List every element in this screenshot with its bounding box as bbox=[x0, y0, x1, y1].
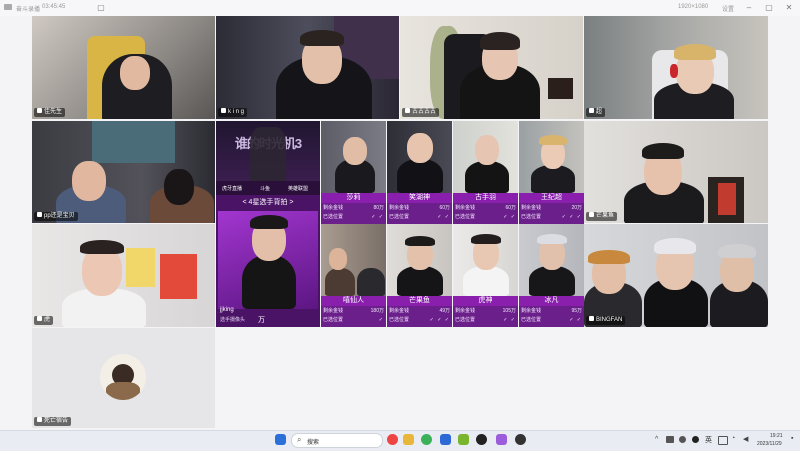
ime-indicator[interactable]: 英 bbox=[705, 435, 712, 445]
participant-name: 虎 bbox=[34, 316, 54, 325]
money-row: 剩余金钱 80万 bbox=[323, 205, 384, 211]
featured-player-value: 万 bbox=[258, 317, 265, 324]
settings-button[interactable]: 设置 bbox=[722, 4, 734, 13]
file-explorer-icon[interactable] bbox=[403, 434, 414, 445]
picked-row: 已选位置 ✓ ✓ bbox=[521, 317, 582, 323]
maximize-icon[interactable]: ▢ bbox=[764, 3, 774, 13]
clock-date[interactable]: 2023/11/29 bbox=[757, 441, 782, 447]
featured-player-tag: 选手摄像头 bbox=[220, 317, 246, 323]
video-tile[interactable]: 超 bbox=[584, 16, 768, 119]
money-row: 剩余金钱 95万 bbox=[521, 308, 582, 314]
money-row: 剩余金钱 105万 bbox=[455, 308, 516, 314]
app-title: 奋斗录播 bbox=[16, 7, 41, 13]
player-name: 笑湖神 bbox=[387, 193, 452, 203]
clock-time[interactable]: 19:21 bbox=[770, 433, 783, 439]
participant-name: 超 bbox=[586, 108, 606, 117]
video-tile[interactable]: 死亡宿告 bbox=[32, 328, 215, 428]
featured-player-name: jjking bbox=[220, 307, 234, 313]
participant-name: 佳先生 bbox=[34, 108, 66, 117]
tray-app-icon[interactable] bbox=[679, 436, 686, 443]
participant-name: pp还是宝贝 bbox=[34, 212, 78, 221]
player-name: 芒果鱼 bbox=[387, 296, 452, 306]
sponsor-3: 英雄联盟 bbox=[288, 186, 309, 192]
search-icon: ⌕ bbox=[297, 435, 302, 444]
center-panel: 谁的时光机3 虎牙直播 斗鱼 英雄联盟 < 4星选手背拍 > jjking 选手… bbox=[216, 121, 320, 327]
picked-row: 已选位置 ✓ ✓ bbox=[455, 317, 516, 323]
picked-row: 已选位置 ✓ ✓ ✓ bbox=[389, 317, 450, 323]
video-tile[interactable]: 芒果鱼 bbox=[584, 121, 768, 223]
minimize-icon[interactable]: – bbox=[744, 3, 754, 13]
volume-icon[interactable]: ◀ bbox=[743, 435, 748, 443]
search-placeholder: 搜索 bbox=[307, 440, 320, 446]
participant-name: BINGFAN bbox=[586, 316, 626, 325]
window-icon[interactable]: ▢ bbox=[96, 3, 106, 13]
video-tile[interactable]: 古古古古 bbox=[400, 16, 583, 119]
app-icon-blue[interactable] bbox=[440, 434, 451, 445]
player-card[interactable]: 芒果鱼 剩余金钱 49万 已选位置 ✓ ✓ ✓ bbox=[387, 224, 452, 327]
section-title: < 4星选手背拍 > bbox=[242, 199, 294, 206]
app-icon-dark[interactable] bbox=[476, 434, 487, 445]
player-name: 冰凡 bbox=[519, 296, 584, 306]
player-name: 莎莉 bbox=[321, 193, 386, 203]
picked-row: 已选位置 ✓ ✓ bbox=[455, 214, 516, 220]
title-bar: 奋斗录播 03:45:45 ▢ 1920×1080 设置 – ▢ ✕ bbox=[0, 0, 800, 16]
player-card[interactable]: 笑湖神 剩余金钱 60万 已选位置 ✓ ✓ bbox=[387, 121, 452, 224]
player-name: 虎神 bbox=[453, 296, 518, 306]
resolution-label[interactable]: 1920×1080 bbox=[678, 4, 708, 10]
video-tile[interactable]: 佳先生 bbox=[32, 16, 215, 119]
keyboard-icon[interactable] bbox=[718, 436, 728, 445]
app-icon-lime[interactable] bbox=[458, 434, 469, 445]
picked-row: 已选位置 ✓ ✓ bbox=[323, 214, 384, 220]
picked-row: 已选位置 ✓ ✓ ✓ bbox=[521, 214, 582, 220]
empty-area bbox=[216, 328, 768, 428]
chevron-up-icon[interactable]: ^ bbox=[655, 436, 658, 443]
participant-name: 芒果鱼 bbox=[586, 212, 618, 221]
money-row: 剩余金钱 60万 bbox=[389, 205, 450, 211]
app-logo-icon bbox=[4, 4, 12, 10]
money-row: 剩余金钱 49万 bbox=[389, 308, 450, 314]
app-icon-purple[interactable] bbox=[496, 434, 507, 445]
participant-name: k i n g bbox=[218, 108, 248, 117]
tray-icon[interactable] bbox=[666, 436, 674, 443]
participant-name: 古古古古 bbox=[402, 108, 440, 117]
money-row: 剩余金钱 180万 bbox=[323, 308, 384, 314]
time-counter: 03:45:45 bbox=[42, 4, 66, 10]
sponsor-1: 虎牙直播 bbox=[222, 186, 243, 192]
picked-row: 已选位置 ✓ ✓ bbox=[389, 214, 450, 220]
participant-name: 死亡宿告 bbox=[34, 417, 72, 426]
sponsor-bar: 虎牙直播 斗鱼 英雄联盟 bbox=[216, 181, 320, 195]
player-card[interactable]: 王纪超 剩余金钱 20万 已选位置 ✓ ✓ ✓ bbox=[519, 121, 584, 224]
player-card[interactable]: 冰凡 剩余金钱 95万 已选位置 ✓ ✓ bbox=[519, 224, 584, 327]
video-tile[interactable]: k i n g bbox=[216, 16, 399, 119]
notification-icon[interactable]: ▪ bbox=[791, 435, 793, 442]
player-card[interactable]: 嘻仙人 剩余金钱 180万 已选位置 ✓ bbox=[321, 224, 386, 327]
windows-start-icon[interactable] bbox=[275, 434, 286, 445]
network-icon[interactable]: ◔ bbox=[731, 435, 735, 442]
avatar bbox=[100, 354, 146, 400]
video-tile[interactable]: pp还是宝贝 bbox=[32, 121, 215, 223]
chrome-icon[interactable] bbox=[387, 434, 398, 445]
app-icon-green[interactable] bbox=[421, 434, 432, 445]
player-card[interactable]: 古手羽 剩余金钱 60万 已选位置 ✓ ✓ bbox=[453, 121, 518, 224]
player-card[interactable]: 莎莉 剩余金钱 80万 已选位置 ✓ ✓ bbox=[321, 121, 386, 224]
app-icon-black[interactable] bbox=[515, 434, 526, 445]
tray-app-icon[interactable] bbox=[692, 436, 699, 443]
player-name: 古手羽 bbox=[453, 193, 518, 203]
banner: 谁的时光机3 bbox=[216, 121, 320, 181]
sponsor-2: 斗鱼 bbox=[260, 186, 271, 192]
video-tile[interactable]: 虎 bbox=[32, 224, 215, 327]
player-card[interactable]: 虎神 剩余金钱 105万 已选位置 ✓ ✓ bbox=[453, 224, 518, 327]
player-name: 嘻仙人 bbox=[321, 296, 386, 306]
close-icon[interactable]: ✕ bbox=[784, 3, 794, 13]
search-box[interactable]: ⌕ 搜索 bbox=[291, 433, 383, 448]
picked-row: 已选位置 ✓ bbox=[323, 317, 384, 323]
money-row: 剩余金钱 20万 bbox=[521, 205, 582, 211]
video-tile[interactable]: BINGFAN bbox=[584, 224, 768, 327]
money-row: 剩余金钱 60万 bbox=[455, 205, 516, 211]
featured-player-cam bbox=[218, 211, 318, 309]
player-name: 王纪超 bbox=[519, 193, 584, 203]
